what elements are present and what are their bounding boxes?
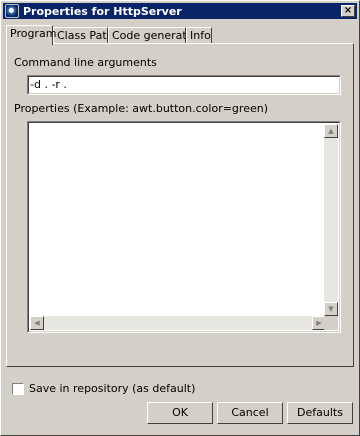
scrollbar-corner xyxy=(324,316,338,330)
tab-class-path[interactable]: Class Path xyxy=(53,27,114,44)
command-line-input[interactable] xyxy=(30,77,338,92)
arrow-left-icon[interactable]: ◀ xyxy=(30,316,44,330)
horizontal-scrollbar[interactable]: ◀ ▶ xyxy=(30,316,326,330)
tab-code-generation[interactable]: Code generation xyxy=(108,27,203,44)
ok-button[interactable]: OK xyxy=(147,402,213,424)
properties-dialog: Properties for HttpServer × Program Clas… xyxy=(0,0,360,436)
tab-info[interactable]: Info xyxy=(186,27,212,44)
window-title: Properties for HttpServer xyxy=(23,4,182,18)
cancel-button[interactable]: Cancel xyxy=(217,402,283,424)
save-in-repository-label[interactable]: Save in repository (as default) xyxy=(29,382,195,395)
arrow-down-icon[interactable]: ▼ xyxy=(324,302,338,316)
command-line-label: Command line arguments xyxy=(14,56,157,69)
properties-label: Properties (Example: awt.button.color=gr… xyxy=(14,102,268,115)
java-cup-icon xyxy=(5,4,19,18)
arrow-up-icon[interactable]: ▲ xyxy=(324,124,338,138)
tab-program[interactable]: Program xyxy=(6,25,56,45)
title-bar[interactable]: Properties for HttpServer × xyxy=(3,3,357,19)
vertical-scrollbar[interactable]: ▲ ▼ xyxy=(324,124,338,316)
command-line-field-frame xyxy=(27,75,341,95)
tab-panel-program: Command line arguments Properties (Examp… xyxy=(6,43,354,367)
properties-textarea[interactable]: ▲ ▼ ◀ ▶ xyxy=(27,121,341,333)
save-in-repository-checkbox[interactable] xyxy=(12,383,24,395)
defaults-button[interactable]: Defaults xyxy=(287,402,353,424)
close-icon[interactable]: × xyxy=(341,5,355,17)
